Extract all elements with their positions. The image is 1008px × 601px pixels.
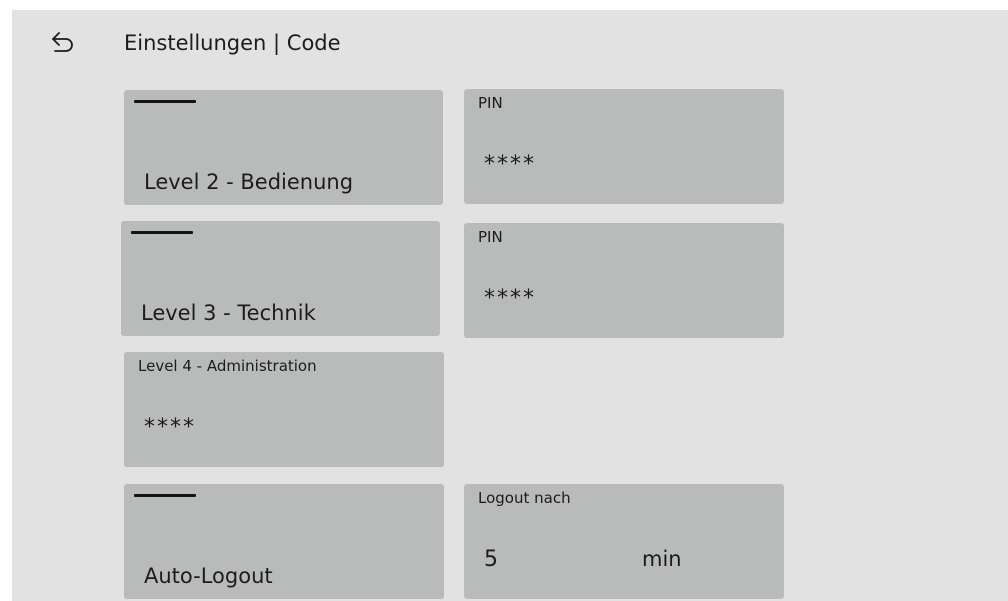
level4-pin-field[interactable]: Level 4 - Administration **** xyxy=(124,352,444,467)
logout-after-caption: Logout nach xyxy=(478,489,571,507)
level2-pin-field[interactable]: PIN **** xyxy=(464,89,784,204)
auto-logout-toggle-tile[interactable]: Auto-Logout xyxy=(124,484,444,599)
toggle-dash-icon xyxy=(131,231,193,234)
toggle-dash-icon xyxy=(134,494,196,497)
level3-toggle-tile[interactable]: Level 3 - Technik xyxy=(121,221,440,336)
level4-pin-value: **** xyxy=(144,415,196,440)
back-button[interactable] xyxy=(48,30,78,56)
level3-pin-caption: PIN xyxy=(478,228,503,246)
settings-screen: Einstellungen | Code Level 2 - Bedienung… xyxy=(12,10,1008,601)
logout-after-field[interactable]: Logout nach 5 min xyxy=(464,484,784,599)
level2-pin-value: **** xyxy=(484,152,536,177)
level2-label: Level 2 - Bedienung xyxy=(144,170,354,194)
level3-label: Level 3 - Technik xyxy=(141,301,316,325)
logout-after-value: 5 xyxy=(484,547,498,572)
page-title: Einstellungen | Code xyxy=(124,31,341,55)
toggle-dash-icon xyxy=(134,100,196,103)
auto-logout-label: Auto-Logout xyxy=(144,564,273,588)
level2-pin-caption: PIN xyxy=(478,94,503,112)
level3-pin-field[interactable]: PIN **** xyxy=(464,223,784,338)
level4-caption: Level 4 - Administration xyxy=(138,357,317,375)
level2-toggle-tile[interactable]: Level 2 - Bedienung xyxy=(124,90,443,205)
level3-pin-value: **** xyxy=(484,286,536,311)
back-arrow-icon xyxy=(52,32,73,52)
logout-after-unit: min xyxy=(642,547,682,571)
